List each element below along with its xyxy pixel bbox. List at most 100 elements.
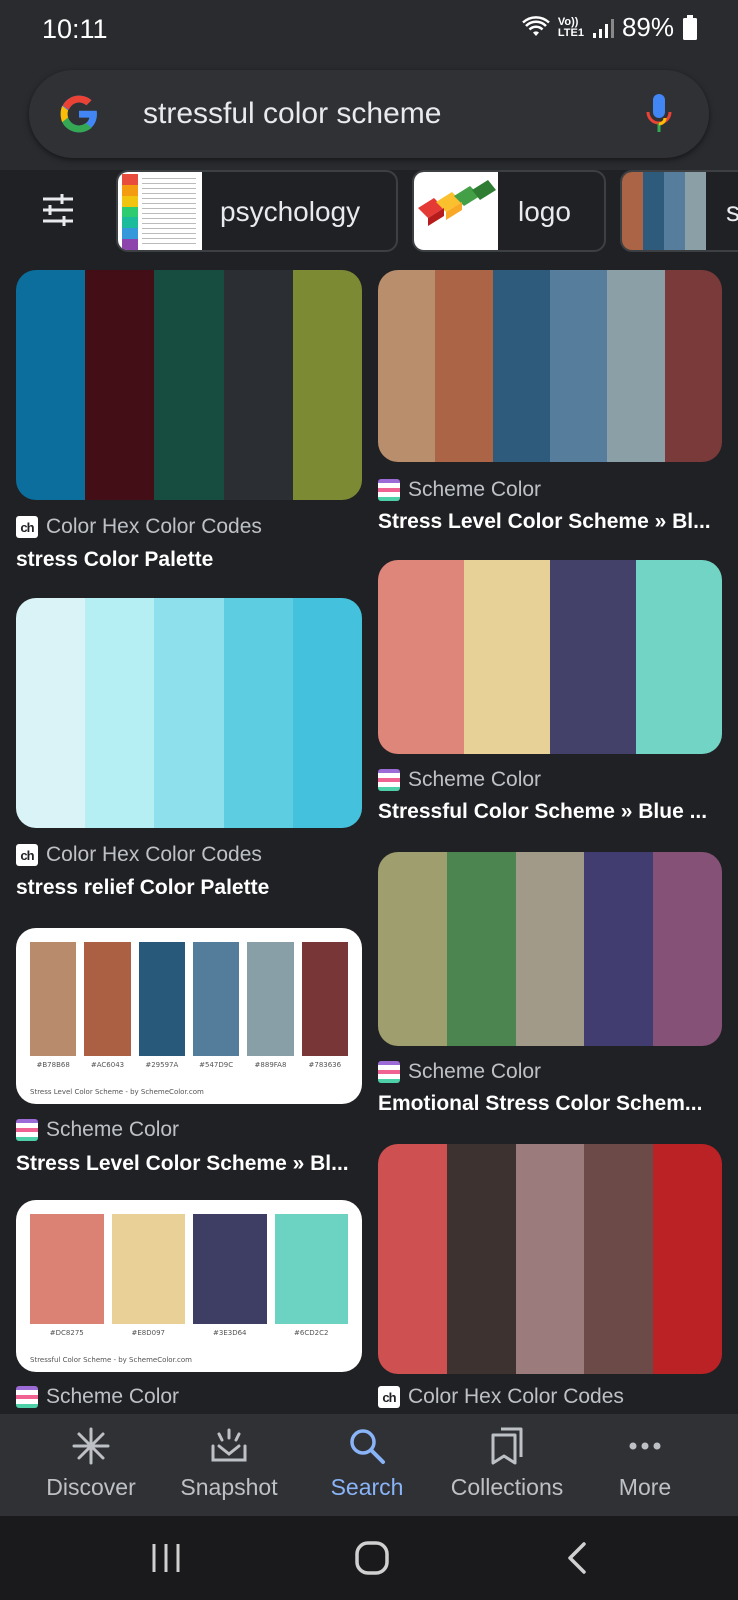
- palette-caption: Stressful Color Scheme - by SchemeColor.…: [30, 1356, 193, 1364]
- nav-search[interactable]: Search: [298, 1426, 436, 1501]
- microphone-icon[interactable]: [645, 92, 673, 136]
- palette-swatch: #DC8275: [30, 1214, 104, 1337]
- nav-snapshot[interactable]: Snapshot: [160, 1426, 298, 1501]
- status-bar: 10:11 Vo)) LTE1 89%: [0, 0, 738, 58]
- color-stripe: [16, 598, 86, 828]
- result-source[interactable]: Scheme Color: [378, 478, 541, 502]
- color-stripe: [16, 270, 86, 500]
- recent-apps-icon[interactable]: [144, 1536, 188, 1580]
- swatch-color: [30, 942, 77, 1056]
- result-image[interactable]: [378, 1144, 722, 1374]
- result-title[interactable]: Stress Level Color Scheme » Bl...: [378, 510, 722, 534]
- header: stressful color scheme: [0, 58, 738, 170]
- color-stripe: [515, 1144, 585, 1374]
- search-query[interactable]: stressful color scheme: [143, 97, 441, 131]
- result-source[interactable]: Scheme Color: [378, 768, 541, 792]
- swatch-color: [301, 942, 348, 1056]
- color-stripe: [378, 560, 464, 754]
- color-stripe: [607, 270, 665, 462]
- result-title[interactable]: Stress Level Color Scheme » Bl...: [16, 1152, 362, 1176]
- swatch-hex-label: #DC8275: [49, 1329, 84, 1337]
- color-stripe: [85, 270, 155, 500]
- suggestion-chips: psychology logo s: [0, 170, 738, 258]
- chip-label: logo: [518, 196, 571, 227]
- chip-thumbnail: [118, 172, 202, 250]
- snapshot-icon: [211, 1428, 247, 1462]
- palette-caption: Stress Level Color Scheme - by SchemeCol…: [30, 1088, 204, 1096]
- colorhex-favicon-icon: ch: [378, 1386, 400, 1408]
- volte-indicator: Vo)) LTE1: [557, 15, 584, 39]
- signal-icon: [592, 18, 614, 38]
- battery-icon: [683, 14, 697, 40]
- color-stripe: [464, 560, 550, 754]
- result-source[interactable]: Scheme Color: [378, 1060, 541, 1084]
- palette-swatch: #29597A: [138, 942, 185, 1069]
- chip-thumbnail: [414, 172, 498, 250]
- result-title[interactable]: stress relief Color Palette: [16, 876, 362, 900]
- google-logo-icon[interactable]: [57, 92, 101, 136]
- chip-psychology[interactable]: psychology: [116, 170, 398, 252]
- result-source[interactable]: ch Color Hex Color Codes: [378, 1385, 624, 1409]
- result-title[interactable]: stress Color Palette: [16, 548, 362, 572]
- more-icon: [629, 1442, 661, 1450]
- palette-swatch: #547D9C: [192, 942, 240, 1069]
- nav-more[interactable]: More: [576, 1426, 714, 1501]
- color-stripe: [664, 270, 722, 462]
- result-title[interactable]: Emotional Stress Color Schem...: [378, 1092, 722, 1116]
- back-icon[interactable]: [556, 1536, 600, 1580]
- home-icon[interactable]: [350, 1536, 394, 1580]
- swatch-color: [30, 1214, 104, 1324]
- palette-swatch: #6CD2C2: [274, 1214, 348, 1337]
- color-stripe: [584, 1144, 654, 1374]
- result-source[interactable]: Scheme Color: [16, 1385, 179, 1409]
- bottom-navigation: Discover Snapshot Search Collections Mor…: [0, 1414, 738, 1516]
- result-image[interactable]: [16, 598, 362, 828]
- asterisk-icon: [72, 1427, 110, 1465]
- palette-swatch: #3E3D64: [193, 1214, 267, 1337]
- color-stripe: [653, 852, 722, 1046]
- color-stripe: [549, 270, 608, 462]
- swatch-color: [193, 1214, 267, 1324]
- swatch-color: [274, 1214, 348, 1324]
- nav-label: Discover: [46, 1474, 136, 1500]
- color-stripe: [378, 852, 447, 1046]
- color-stripe: [378, 1144, 447, 1374]
- result-image[interactable]: #B78B68 #AC6043 #29597A #547D9C #889FA8 #7836…: [16, 928, 362, 1104]
- schemecolor-favicon-icon: [16, 1386, 38, 1408]
- search-bar[interactable]: stressful color scheme: [29, 70, 709, 158]
- palette-swatch: #783636: [301, 942, 348, 1069]
- result-image[interactable]: [378, 270, 722, 462]
- swatch-hex-label: #AC6043: [90, 1061, 125, 1069]
- color-stripe: [653, 1144, 722, 1374]
- result-image[interactable]: [16, 270, 362, 500]
- nav-collections[interactable]: Collections: [438, 1426, 576, 1501]
- result-source-name: Scheme Color: [408, 478, 542, 501]
- logo-thumbnail-icon: [418, 180, 496, 226]
- result-image[interactable]: [378, 560, 722, 754]
- color-stripe: [378, 270, 436, 462]
- schemecolor-favicon-icon: [378, 1061, 400, 1083]
- result-title[interactable]: Stressful Color Scheme » Blue ...: [378, 800, 722, 824]
- result-image[interactable]: #DC8275 #E8D097 #3E3D64 #6CD2C2 Stressful Co…: [16, 1200, 362, 1372]
- palette-swatch: #AC6043: [84, 942, 131, 1069]
- schemecolor-favicon-icon: [378, 769, 400, 791]
- schemecolor-favicon-icon: [378, 479, 400, 501]
- color-stripe: [435, 270, 493, 462]
- result-source[interactable]: ch Color Hex Color Codes: [16, 843, 262, 867]
- palette-swatch: #889FA8: [247, 942, 294, 1069]
- swatch-color: [111, 1214, 185, 1324]
- swatch-hex-label: #6CD2C2: [294, 1329, 329, 1337]
- result-source[interactable]: Scheme Color: [16, 1118, 179, 1142]
- result-source[interactable]: ch Color Hex Color Codes: [16, 515, 262, 539]
- system-navigation-bar: [0, 1516, 738, 1600]
- colorhex-favicon-icon: ch: [16, 844, 38, 866]
- chip-logo[interactable]: logo: [412, 170, 606, 252]
- nav-discover[interactable]: Discover: [22, 1426, 160, 1501]
- filter-icon[interactable]: [40, 192, 76, 228]
- result-source-name: Color Hex Color Codes: [46, 515, 262, 538]
- search-icon: [350, 1429, 385, 1464]
- swatch-hex-label: #889FA8: [254, 1061, 287, 1069]
- color-stripe: [446, 1144, 516, 1374]
- result-image[interactable]: [378, 852, 722, 1046]
- chip-partial[interactable]: s: [620, 170, 738, 252]
